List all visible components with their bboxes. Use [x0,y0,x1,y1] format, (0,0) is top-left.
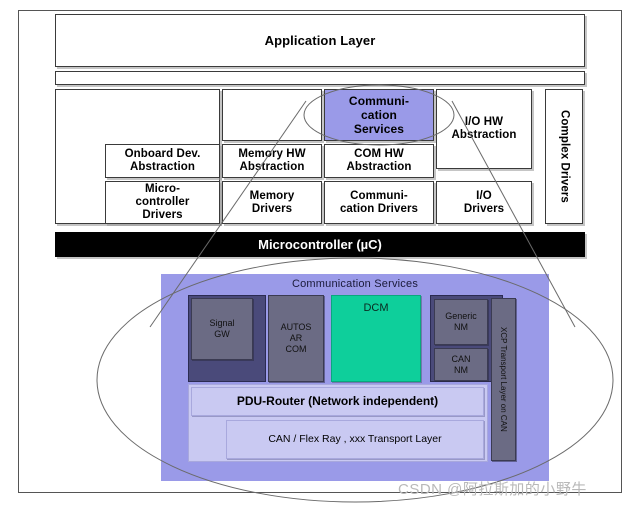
can-nm-line-2: NM [453,364,468,375]
communication-services-line-1: Communi- [348,94,410,108]
microcontroller-drivers-line-1: Micro- [144,183,181,195]
autosar-com-box: AUTOS AR COM [268,295,324,382]
memory-drivers-line-2: Drivers [251,202,293,215]
com-hw-abstraction-box: COM HW Abstraction [324,144,434,178]
generic-nm-line-1: Generic [445,311,477,321]
can-nm-line-1: CAN [451,353,471,364]
generic-nm-box: Generic NM [434,299,488,345]
dcm-label: DCM [363,302,389,314]
autosar-com-line-2: AR [289,333,303,343]
io-drivers-box: I/O Drivers [436,181,532,224]
io-hw-abstraction-line-1: I/O HW [464,116,504,128]
onboard-abstraction-line-2: Abstraction [130,161,195,173]
diagram-canvas: Application Layer I/O HW Abstraction Com… [0,0,641,508]
microcontroller-label: Microcontroller (µC) [258,237,382,252]
signal-gw-line-2: GW [214,329,230,339]
signal-gw-box: Signal GW [191,298,253,360]
communication-services-line-2: cation [361,108,397,122]
complex-drivers-box: Complex Drivers [545,89,583,224]
microcontroller-drivers-line-3: Drivers [142,209,183,221]
application-layer-box: Application Layer [55,14,585,67]
transport-layer-label: CAN / Flex Ray , xxx Transport Layer [268,433,442,445]
io-drivers-line-1: I/O [476,189,492,202]
communication-drivers-line-1: Communi- [350,189,408,202]
ecu-abstraction-column [222,89,322,141]
dcm-box: DCM [331,295,421,382]
memory-drivers-line-1: Memory [249,189,295,202]
onboard-device-abstraction-box: Onboard Dev. Abstraction [105,144,220,178]
autosar-com-line-3: COM [285,344,307,354]
transport-layer-box: CAN / Flex Ray , xxx Transport Layer [226,420,484,459]
io-hw-abstraction-box: I/O HW Abstraction [436,89,532,169]
watermark-text: CSDN @阿拉斯加的小野牛 [398,481,587,498]
microcontroller-drivers-box: Micro- controller Drivers [105,181,220,224]
onboard-abstraction-line-1: Onboard Dev. [124,148,201,160]
microcontroller-bar: Microcontroller (µC) [55,232,585,257]
communication-services-box[interactable]: Communi- cation Services [324,89,434,141]
memory-hw-abstraction-line-1: Memory HW [238,148,306,160]
io-hw-abstraction-line-2: Abstraction [451,129,517,141]
rte-strip-box [55,71,585,85]
signal-gw-line-1: Signal [209,318,235,328]
csdn-watermark: CSDN @阿拉斯加的小野牛 [398,478,587,499]
xcp-transport-layer-box: XCP Transport Layer on CAN [491,298,516,461]
com-hw-abstraction-line-1: COM HW [354,148,404,160]
generic-nm-line-2: NM [453,322,468,332]
microcontroller-drivers-line-2: controller [135,196,190,208]
io-drivers-line-2: Drivers [463,202,505,215]
xcp-transport-layer-label: XCP Transport Layer on CAN [499,327,508,432]
can-nm-box: CAN NM [434,348,488,381]
memory-drivers-box: Memory Drivers [222,181,322,224]
autosar-com-line-1: AUTOS [280,322,312,332]
com-hw-abstraction-line-2: Abstraction [346,161,412,173]
communication-drivers-line-2: cation Drivers [339,202,419,215]
pdu-router-label: PDU-Router (Network independent) [236,394,439,408]
detail-panel-title: Communication Services [291,278,419,290]
memory-hw-abstraction-line-2: Abstraction [239,161,305,173]
pdu-router-box: PDU-Router (Network independent) [191,387,484,416]
memory-hw-abstraction-box: Memory HW Abstraction [222,144,322,178]
communication-services-detail-panel: Communication Services Signal GW AUTOS A… [161,274,549,481]
communication-drivers-box: Communi- cation Drivers [324,181,434,224]
communication-services-line-3: Services [353,122,405,136]
application-layer-label: Application Layer [264,33,376,48]
complex-drivers-label: Complex Drivers [558,110,571,203]
